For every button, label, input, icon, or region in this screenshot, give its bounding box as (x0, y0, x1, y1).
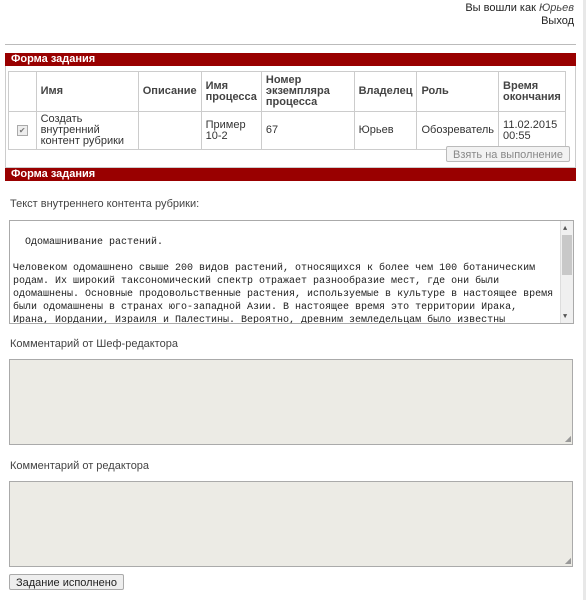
cell-process-name: Пример 10-2 (200, 111, 262, 150)
col-header-select (8, 71, 37, 112)
col-header-role[interactable]: Роль (416, 71, 500, 112)
top-divider (5, 44, 576, 45)
row-select-cell[interactable]: ✔ (8, 111, 37, 150)
row-checkbox[interactable]: ✔ (16, 125, 28, 136)
scroll-down-icon[interactable]: ▼ (563, 311, 567, 323)
section-header-task-form-2: Форма задания (5, 168, 576, 181)
content-label: Текст внутреннего контента рубрики: (10, 198, 200, 210)
cell-description (137, 111, 202, 150)
task-done-button[interactable]: Задание исполнено (9, 574, 124, 590)
cell-owner: Юрьев (353, 111, 418, 150)
section-header-task-form: Форма задания (5, 53, 576, 66)
cell-end-time: 11.02.2015 00:55 (498, 111, 566, 150)
scroll-thumb[interactable] (562, 235, 572, 275)
cell-role: Обозреватель (416, 111, 500, 150)
user-box: Вы вошли как Юрьев Выход (465, 2, 574, 28)
resize-handle-icon[interactable]: ◢ (565, 434, 571, 443)
editor-comment-field[interactable]: ◢ (9, 481, 573, 567)
editor-label: Комментарий от редактора (10, 460, 150, 472)
logged-in-prefix: Вы вошли как (465, 2, 536, 14)
table-header-row: Имя Описание Имя процесса Номер экземпля… (8, 71, 566, 112)
resize-handle-icon[interactable]: ◢ (565, 556, 571, 565)
col-header-name[interactable]: Имя (35, 71, 139, 112)
cell-name[interactable]: Создать внутренний контент рубрики (35, 111, 139, 150)
col-header-end-time[interactable]: Время окончания (498, 71, 566, 112)
col-header-process-name[interactable]: Имя процесса (200, 71, 262, 112)
col-header-instance-number[interactable]: Номер экземпляра процесса (260, 71, 355, 112)
username: Юрьев (538, 2, 574, 14)
logout-link[interactable]: Выход (465, 15, 574, 28)
take-task-button[interactable]: Взять на выполнение (446, 146, 570, 162)
chief-editor-label: Комментарий от Шеф-редактора (10, 338, 178, 350)
cell-instance-number: 67 (260, 111, 355, 150)
table-row[interactable]: ✔ Создать внутренний контент рубрики При… (8, 111, 566, 150)
tasks-table: Имя Описание Имя процесса Номер экземпля… (8, 71, 566, 150)
col-header-owner[interactable]: Владелец (353, 71, 418, 112)
content-textarea[interactable]: Одомашнивание растений. Человеком одомаш… (9, 220, 574, 324)
content-text-value: Одомашнивание растений. Человеком одомаш… (13, 237, 554, 324)
col-header-description[interactable]: Описание (137, 71, 202, 112)
logged-in-line: Вы вошли как Юрьев (465, 2, 574, 15)
chief-editor-comment-field[interactable]: ◢ (9, 359, 573, 445)
content-scrollbar[interactable]: ▲ ▼ (560, 221, 573, 323)
